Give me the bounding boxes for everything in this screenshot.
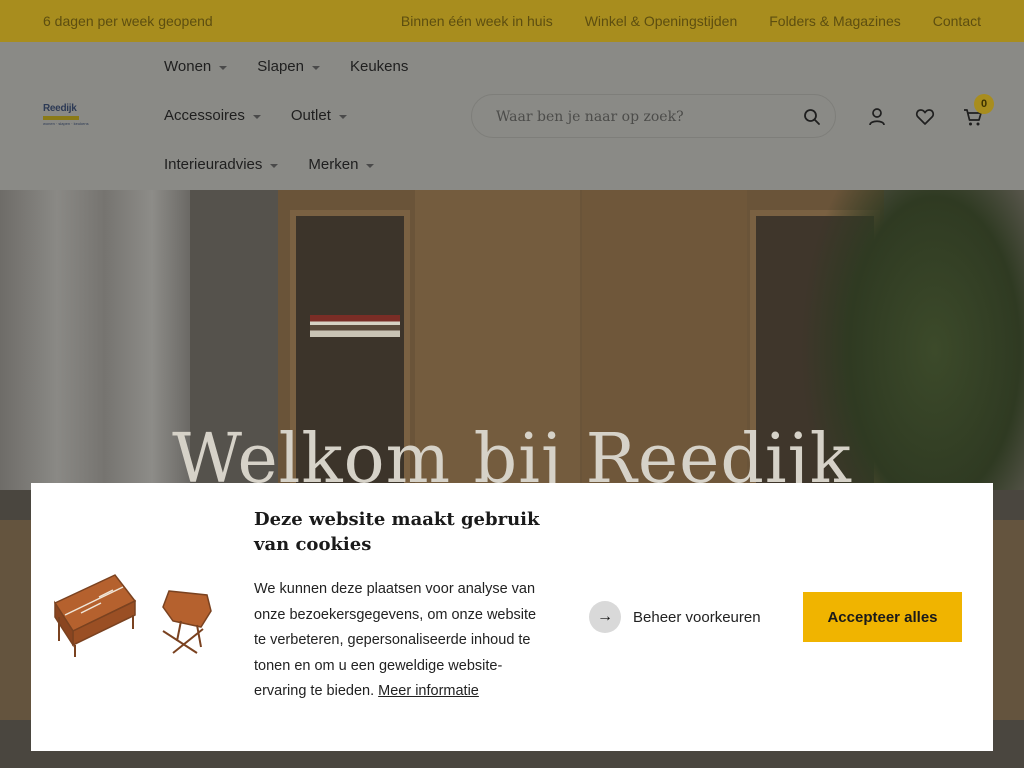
- main-nav: Wonen Slapen Keukens Accessoires Outlet …: [164, 42, 408, 189]
- logo-stripe: [43, 116, 79, 120]
- nav-label: Outlet: [290, 107, 331, 124]
- nav-item-slapen[interactable]: Slapen: [257, 58, 320, 75]
- nav-row: Wonen Slapen Keukens: [164, 42, 408, 91]
- top-link-folders[interactable]: Folders & Magazines: [769, 13, 901, 29]
- caret-down-icon: [338, 114, 347, 119]
- caret-down-icon: [219, 65, 228, 70]
- top-link-contact[interactable]: Contact: [933, 13, 981, 29]
- top-link-delivery[interactable]: Binnen één week in huis: [401, 13, 553, 29]
- logo-tagline: wonen · slapen · keukens: [43, 121, 89, 126]
- cart-count-badge: 0: [974, 94, 994, 114]
- nav-item-interieuradvies[interactable]: Interieuradvies: [164, 156, 279, 173]
- opening-tagline: 6 dagen per week geopend: [43, 13, 213, 29]
- furniture-illustration: [53, 574, 212, 657]
- nav-row: Interieuradvies Merken: [164, 140, 408, 189]
- top-link-stores[interactable]: Winkel & Openingstijden: [585, 13, 738, 29]
- cookie-dialog: Deze website maakt gebruik van cookies W…: [31, 483, 993, 751]
- nav-item-outlet[interactable]: Outlet: [291, 107, 347, 124]
- cookie-title: Deze website maakt gebruik van cookies: [254, 509, 540, 555]
- nav-label: Keukens: [349, 58, 409, 75]
- top-links: Binnen één week in huis Winkel & Opening…: [401, 13, 981, 29]
- nav-label: Accessoires: [164, 107, 245, 124]
- caret-down-icon: [252, 114, 261, 119]
- nav-label: Wonen: [164, 58, 212, 75]
- nav-item-merken[interactable]: Merken: [308, 156, 375, 173]
- nav-row: Accessoires Outlet: [164, 91, 408, 140]
- cookie-body: We kunnen deze plaatsen voor analyse van…: [254, 581, 537, 699]
- manage-preferences-button[interactable]: → Beheer voorkeuren: [589, 601, 761, 633]
- caret-down-icon: [311, 65, 320, 70]
- search-icon[interactable]: [803, 108, 821, 126]
- top-info-bar: 6 dagen per week geopend Binnen één week…: [0, 0, 1024, 42]
- logo-name: Reedijk: [43, 103, 77, 114]
- nav-item-wonen[interactable]: Wonen: [164, 58, 228, 75]
- nav-label: Interieuradvies: [164, 156, 263, 173]
- cookie-text: We kunnen deze plaatsen voor analyse van…: [254, 577, 544, 705]
- account-icon[interactable]: [866, 106, 888, 128]
- heart-icon[interactable]: [914, 106, 936, 128]
- search-box: [471, 94, 836, 138]
- nav-label: Merken: [308, 156, 359, 173]
- nav-label: Slapen: [257, 58, 304, 75]
- accept-all-button[interactable]: Accepteer alles: [803, 592, 962, 642]
- more-info-link[interactable]: Meer informatie: [378, 683, 479, 699]
- caret-down-icon: [366, 163, 375, 168]
- arrow-right-icon: →: [589, 601, 621, 633]
- logo[interactable]: Reedijk wonen · slapen · keukens: [43, 103, 89, 130]
- caret-down-icon: [270, 163, 279, 168]
- manage-preferences-label: Beheer voorkeuren: [633, 608, 761, 626]
- hero-books: [310, 315, 400, 337]
- nav-item-keukens[interactable]: Keukens: [350, 58, 408, 75]
- nav-item-accessoires[interactable]: Accessoires: [164, 107, 261, 124]
- search-input[interactable]: [496, 106, 786, 128]
